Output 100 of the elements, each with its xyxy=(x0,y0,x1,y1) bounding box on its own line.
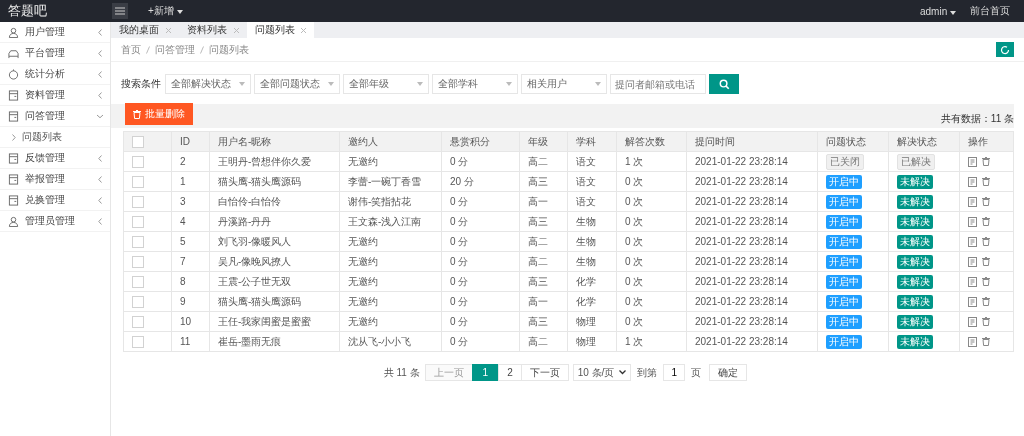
table-cell: 语文 xyxy=(567,171,617,192)
sidebar-item[interactable]: 举报管理 xyxy=(0,169,110,190)
breadcrumb-link[interactable]: 首页 xyxy=(121,42,141,57)
sidebar-item[interactable]: 资料管理 xyxy=(0,85,110,106)
trash-icon[interactable] xyxy=(982,297,990,306)
sidebar-item[interactable]: 平台管理 xyxy=(0,43,110,64)
sidebar-subitem[interactable]: 问题列表 xyxy=(0,127,110,148)
sidebar-item[interactable]: 统计分析 xyxy=(0,64,110,85)
filter-select[interactable]: 全部年级 xyxy=(343,74,429,94)
tab[interactable]: 问题列表 xyxy=(246,22,315,38)
refresh-button[interactable] xyxy=(996,42,1014,57)
table-cell: 化学 xyxy=(567,271,617,292)
edit-icon[interactable] xyxy=(968,196,977,207)
table-cell: 无邀约 xyxy=(339,271,442,292)
breadcrumb-link[interactable]: 问答管理 xyxy=(155,42,195,57)
row-checkbox[interactable] xyxy=(132,215,144,228)
table-cell: 吴凡-像晚风撩人 xyxy=(209,251,340,272)
edit-icon[interactable] xyxy=(968,156,977,167)
tab[interactable]: 我的桌面 xyxy=(111,22,179,38)
row-checkbox[interactable] xyxy=(132,315,144,328)
edit-icon[interactable] xyxy=(968,336,977,347)
sidebar-item[interactable]: 问答管理 xyxy=(0,106,110,127)
edit-icon[interactable] xyxy=(968,296,977,307)
trash-icon[interactable] xyxy=(982,257,990,266)
table-cell: 0 分 xyxy=(441,231,520,252)
table-cell: 2021-01-22 23:28:14 xyxy=(686,291,818,312)
filter-select[interactable]: 全部问题状态 xyxy=(254,74,340,94)
table-cell: 10 xyxy=(171,311,210,332)
row-checkbox[interactable] xyxy=(132,155,144,168)
table-cell: 0 分 xyxy=(441,331,520,352)
goto-label: 到第 xyxy=(637,365,658,380)
table-cell: 白怡伶-白怡伶 xyxy=(209,191,340,212)
close-icon[interactable] xyxy=(301,28,307,33)
front-page-link[interactable]: 前台首页 xyxy=(970,4,1010,18)
row-checkbox[interactable] xyxy=(132,255,144,268)
edit-icon[interactable] xyxy=(968,256,977,267)
table-cell: 2021-01-22 23:28:14 xyxy=(686,251,818,272)
row-checkbox[interactable] xyxy=(132,275,144,288)
column-header: 解决状态 xyxy=(888,131,960,152)
status-tag: 开启中 xyxy=(826,274,862,289)
sidebar-item[interactable]: 用户管理 xyxy=(0,22,110,43)
search-button[interactable] xyxy=(709,74,739,94)
table-cell: 高二 xyxy=(519,331,568,352)
trash-icon[interactable] xyxy=(982,157,990,166)
menu-button[interactable] xyxy=(112,3,128,19)
row-checkbox[interactable] xyxy=(132,295,144,308)
trash-icon[interactable] xyxy=(982,337,990,346)
row-checkbox[interactable] xyxy=(132,335,144,348)
confirm-button[interactable]: 确定 xyxy=(709,364,748,381)
trash-icon[interactable] xyxy=(982,277,990,286)
page-button[interactable]: 2 xyxy=(498,364,522,381)
status-tag: 开启中 xyxy=(826,314,862,329)
row-checkbox[interactable] xyxy=(132,235,144,248)
row-checkbox[interactable] xyxy=(132,195,144,208)
sidebar-item[interactable]: 兑换管理 xyxy=(0,190,110,211)
edit-icon[interactable] xyxy=(968,316,977,327)
table-cell: 高三 xyxy=(519,311,568,332)
page-button[interactable]: 1 xyxy=(471,364,500,381)
sidebar-item[interactable]: 管理员管理 xyxy=(0,211,110,232)
filter-select[interactable]: 全部学科 xyxy=(432,74,518,94)
table-cell: 4 xyxy=(171,211,210,232)
column-header: 用户名-昵称 xyxy=(209,131,340,152)
trash-icon[interactable] xyxy=(982,197,990,206)
table-cell: 猫头鹰-猫头鹰源码 xyxy=(209,291,340,312)
page-size-select[interactable]: 10 条/页 xyxy=(572,364,632,381)
table-cell: 1 次 xyxy=(616,151,687,172)
menu-item-icon xyxy=(8,89,19,101)
status-tag: 已解决 xyxy=(897,153,935,170)
edit-icon[interactable] xyxy=(968,216,977,227)
table-cell: 无邀约 xyxy=(339,151,442,172)
trash-icon[interactable] xyxy=(982,217,990,226)
chevron-icon xyxy=(98,196,102,204)
sidebar-item[interactable]: 反馈管理 xyxy=(0,148,110,169)
filter-select[interactable]: 相关用户 xyxy=(521,74,607,94)
edit-icon[interactable] xyxy=(968,236,977,247)
page-input[interactable]: 1 xyxy=(663,364,686,381)
edit-icon[interactable] xyxy=(968,276,977,287)
user-menu[interactable]: admin xyxy=(920,5,956,17)
breadcrumb-link[interactable]: 问题列表 xyxy=(209,42,249,57)
select-all-checkbox[interactable] xyxy=(132,135,144,148)
table-cell: 2 xyxy=(171,151,210,172)
table-cell: 0 次 xyxy=(616,311,687,332)
next-page-button[interactable]: 下一页 xyxy=(520,364,569,381)
table-cell: 0 分 xyxy=(441,271,520,292)
status-tag: 开启中 xyxy=(826,174,862,189)
filter-select[interactable]: 全部解决状态 xyxy=(165,74,251,94)
trash-icon[interactable] xyxy=(982,317,990,326)
table-cell: 物理 xyxy=(567,311,617,332)
search-icon xyxy=(718,78,730,90)
trash-icon[interactable] xyxy=(982,237,990,246)
row-checkbox[interactable] xyxy=(132,175,144,188)
search-field[interactable]: 提问者邮箱或电话 xyxy=(610,74,706,94)
column-header: 邀约人 xyxy=(339,131,442,152)
tab[interactable]: 资料列表 xyxy=(178,22,247,38)
table-cell: 高三 xyxy=(519,211,568,232)
edit-icon[interactable] xyxy=(968,176,977,187)
caret-icon xyxy=(176,10,183,14)
trash-icon[interactable] xyxy=(982,177,990,186)
chevron-down-icon xyxy=(619,370,627,375)
add-menu[interactable]: +新增 xyxy=(148,4,183,18)
